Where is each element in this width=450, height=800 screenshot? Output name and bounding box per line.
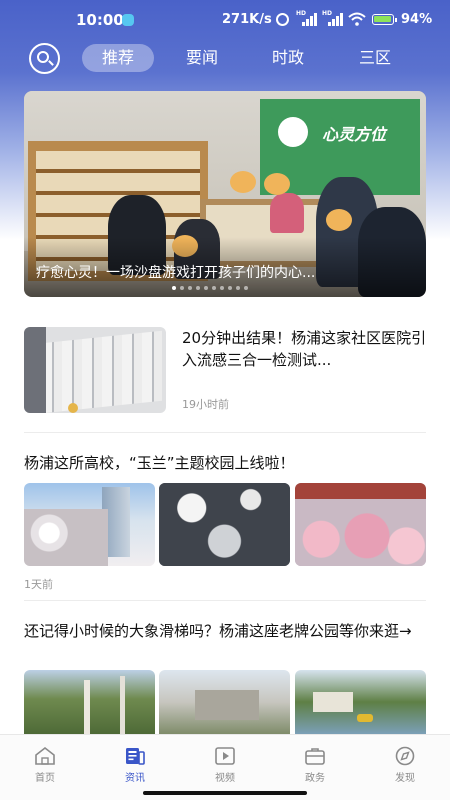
- news-icon: [126, 748, 145, 765]
- nav-discover[interactable]: 发现: [360, 735, 450, 791]
- tab-politics[interactable]: 时政: [259, 44, 317, 72]
- carousel-dot[interactable]: [180, 286, 184, 290]
- banner-carousel[interactable]: 心灵方位 疗愈心灵！一场沙盘游戏打开孩子们的内心...: [24, 91, 426, 297]
- carousel-dot[interactable]: [212, 286, 216, 290]
- battery-percent: 94%: [401, 12, 433, 27]
- article-title[interactable]: 杨浦这所高校，“玉兰”主题校园上线啦！: [24, 452, 426, 474]
- cat-sticker-icon: [264, 173, 290, 195]
- article-image[interactable]: [295, 483, 426, 566]
- carousel-dot[interactable]: [196, 286, 200, 290]
- notification-app-icon: [122, 14, 134, 26]
- carousel-dot[interactable]: [228, 286, 232, 290]
- article-time: 1天前: [24, 578, 53, 591]
- article-image[interactable]: [295, 670, 426, 734]
- banner-caption: 疗愈心灵！一场沙盘游戏打开孩子们的内心...: [36, 265, 316, 281]
- banner-logo-icon: [278, 117, 308, 147]
- nav-government[interactable]: 政务: [270, 735, 360, 791]
- signal-icon-2: [328, 12, 344, 26]
- nav-label: 资讯: [125, 773, 145, 784]
- nav-label: 视频: [215, 773, 235, 784]
- carousel-dot[interactable]: [236, 286, 240, 290]
- divider: [24, 432, 426, 433]
- cat-sticker-icon: [230, 171, 256, 193]
- nav-label: 首页: [35, 773, 55, 784]
- article-title[interactable]: 还记得小时候的大象滑梯吗？杨浦这座老牌公园等你来逛→: [24, 619, 426, 643]
- divider: [24, 600, 426, 601]
- carousel-dot[interactable]: [220, 286, 224, 290]
- nav-home[interactable]: 首页: [0, 735, 90, 791]
- battery-icon: [372, 14, 397, 25]
- article-image[interactable]: [24, 670, 155, 734]
- article-image[interactable]: [24, 483, 155, 566]
- tab-recommend[interactable]: 推荐: [82, 44, 154, 72]
- tab-headlines[interactable]: 要闻: [173, 44, 231, 72]
- article-time: 19小时前: [182, 398, 229, 411]
- nav-video[interactable]: 视频: [180, 735, 270, 791]
- nav-label: 政务: [305, 773, 325, 784]
- compass-icon: [395, 746, 415, 766]
- video-icon: [215, 747, 235, 765]
- carousel-dot[interactable]: [204, 286, 208, 290]
- cat-sticker-icon: [326, 209, 352, 231]
- signal-icon-1: [302, 12, 318, 26]
- nav-news[interactable]: 资讯: [90, 735, 180, 791]
- carousel-indicator: [172, 286, 252, 292]
- banner-logo-text: 心灵方位: [322, 125, 387, 144]
- carousel-dot[interactable]: [244, 286, 248, 290]
- carousel-dot[interactable]: [172, 286, 176, 290]
- app-screen: 10:00 271K/s HD HD 94% 推荐 要闻 时政 三区 心灵方位: [0, 0, 450, 800]
- home-indicator[interactable]: [143, 791, 307, 795]
- briefcase-icon: [305, 748, 325, 765]
- status-time: 10:00: [76, 11, 124, 29]
- status-bar: 10:00 271K/s HD HD 94%: [0, 0, 450, 40]
- home-icon: [35, 746, 55, 765]
- carousel-dot[interactable]: [188, 286, 192, 290]
- article-thumbnail[interactable]: [24, 327, 166, 413]
- article-image[interactable]: [159, 670, 290, 734]
- wifi-icon: [348, 12, 366, 26]
- network-speed: 271K/s: [222, 12, 272, 27]
- article-image[interactable]: [159, 483, 290, 566]
- search-button[interactable]: [29, 43, 60, 74]
- nav-label: 发现: [395, 773, 415, 784]
- alarm-icon: [276, 13, 289, 26]
- article-title[interactable]: 20分钟出结果！杨浦这家社区医院引入流感三合一检测试...: [182, 327, 428, 371]
- tab-three-districts[interactable]: 三区: [346, 44, 404, 72]
